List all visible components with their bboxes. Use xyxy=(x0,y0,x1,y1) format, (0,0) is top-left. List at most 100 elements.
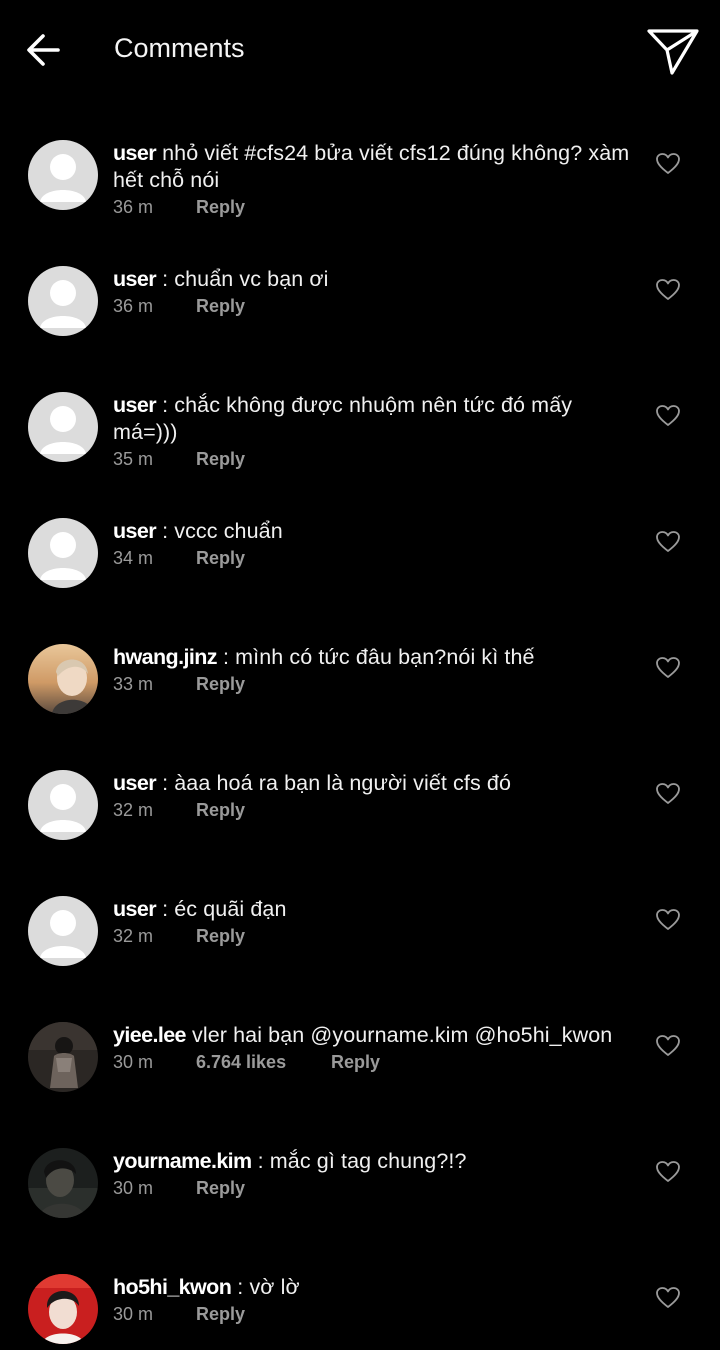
heart-icon xyxy=(656,783,680,804)
comment-username[interactable]: yourname.kim xyxy=(113,1149,252,1173)
comment-username[interactable]: hwang.jinz xyxy=(113,645,217,669)
comment-body: user : àaa hoá ra bạn là người viết cfs … xyxy=(113,770,633,823)
comment-username[interactable]: user xyxy=(113,267,157,291)
heart-icon xyxy=(656,1287,680,1308)
comment-body: user : vccc chuẩn 34 m Reply xyxy=(113,518,633,571)
comment-meta: 30 m 6.764 likes Reply xyxy=(113,1049,633,1075)
reply-button[interactable]: Reply xyxy=(196,1304,245,1324)
comment-username[interactable]: user xyxy=(113,771,157,795)
like-button[interactable] xyxy=(655,782,681,806)
comment-text: user : chắc không được nhuộm nên tức đó … xyxy=(113,392,633,446)
avatar[interactable] xyxy=(28,644,98,714)
reply-button[interactable]: Reply xyxy=(331,1052,380,1072)
comment-timestamp: 30 m xyxy=(113,1178,154,1198)
reply-button[interactable]: Reply xyxy=(196,197,245,217)
like-button[interactable] xyxy=(655,404,681,428)
comment-meta: 30 m Reply xyxy=(113,1301,633,1327)
comment-message: : chắc không được nhuộm nên tức đó mấy m… xyxy=(113,393,573,444)
comment-body: user : chắc không được nhuộm nên tức đó … xyxy=(113,392,633,472)
comment-body: user nhỏ viết #cfs24 bửa viết cfs12 đúng… xyxy=(113,140,633,220)
comment-body: user : chuẩn vc bạn ơi 36 m Reply xyxy=(113,266,633,319)
comment-text: ho5hi_kwon : vờ lờ xyxy=(113,1274,633,1301)
reply-button[interactable]: Reply xyxy=(196,449,245,469)
comment-text: user : chuẩn vc bạn ơi xyxy=(113,266,633,293)
comment-meta: 35 m Reply xyxy=(113,446,633,472)
comment-message: vler hai bạn @yourname.kim @ho5hi_kwon xyxy=(185,1023,613,1047)
avatar[interactable] xyxy=(28,770,98,840)
comment-text: user : éc quãi đạn xyxy=(113,896,633,923)
comment-timestamp: 36 m xyxy=(113,197,154,217)
comment-message: : àaa hoá ra bạn là người viết cfs đó xyxy=(156,771,512,795)
comment-body: yourname.kim : mắc gì tag chung?!? 30 m Re… xyxy=(113,1148,633,1201)
avatar[interactable] xyxy=(28,266,98,336)
comment-message: : chuẩn vc bạn ơi xyxy=(156,267,329,291)
comment-message: : mình có tức đâu bạn?nói kì thế xyxy=(216,645,535,669)
avatar[interactable] xyxy=(28,1022,98,1092)
like-button[interactable] xyxy=(655,278,681,302)
avatar[interactable] xyxy=(28,896,98,966)
page-title: Comments xyxy=(114,33,245,63)
like-button[interactable] xyxy=(655,152,681,176)
reply-button[interactable]: Reply xyxy=(196,800,245,820)
reply-button[interactable]: Reply xyxy=(196,1178,245,1198)
like-button[interactable] xyxy=(655,656,681,680)
like-button[interactable] xyxy=(655,1160,681,1184)
comment-timestamp: 35 m xyxy=(113,449,154,469)
like-button[interactable] xyxy=(655,1034,681,1058)
comment-text: hwang.jinz : mình có tức đâu bạn?nói kì … xyxy=(113,644,633,671)
comment-timestamp: 32 m xyxy=(113,800,154,820)
comment-message: nhỏ viết #cfs24 bửa viết cfs12 đúng khôn… xyxy=(113,141,630,192)
comment-meta: 34 m Reply xyxy=(113,545,633,571)
comment-text: user nhỏ viết #cfs24 bửa viết cfs12 đúng… xyxy=(113,140,633,194)
comment-username[interactable]: user xyxy=(113,141,157,165)
comment-body: ho5hi_kwon : vờ lờ 30 m Reply xyxy=(113,1274,633,1327)
comment-text: yiee.lee vler hai bạn @yourname.kim @ho5… xyxy=(113,1022,633,1049)
comment-meta: 33 m Reply xyxy=(113,671,633,697)
avatar[interactable] xyxy=(28,140,98,210)
top-bar: Comments xyxy=(0,0,720,96)
avatar[interactable] xyxy=(28,392,98,462)
reply-button[interactable]: Reply xyxy=(196,674,245,694)
share-button[interactable] xyxy=(644,24,702,78)
comment-meta: 36 m Reply xyxy=(113,194,633,220)
comment-timestamp: 32 m xyxy=(113,926,154,946)
heart-icon xyxy=(656,279,680,300)
heart-icon xyxy=(656,405,680,426)
arrow-left-icon xyxy=(27,34,60,66)
heart-icon xyxy=(656,531,680,552)
comment-timestamp: 30 m xyxy=(113,1052,154,1072)
comment-username[interactable]: user xyxy=(113,897,157,921)
heart-icon xyxy=(656,1161,680,1182)
comment-username[interactable]: yiee.lee xyxy=(113,1023,187,1047)
comment-body: user : éc quãi đạn 32 m Reply xyxy=(113,896,633,949)
comment-username[interactable]: user xyxy=(113,519,157,543)
comment-message: : vờ lờ xyxy=(231,1275,300,1299)
comment-meta: 32 m Reply xyxy=(113,923,633,949)
heart-icon xyxy=(656,153,680,174)
comment-body: yiee.lee vler hai bạn @yourname.kim @ho5… xyxy=(113,1022,633,1075)
reply-button[interactable]: Reply xyxy=(196,926,245,946)
comment-likes-count[interactable]: 6.764 likes xyxy=(196,1049,331,1075)
like-button[interactable] xyxy=(655,1286,681,1310)
paper-plane-icon xyxy=(647,29,699,75)
comment-timestamp: 33 m xyxy=(113,674,154,694)
comment-message: : mắc gì tag chung?!? xyxy=(251,1149,467,1173)
reply-button[interactable]: Reply xyxy=(196,548,245,568)
comment-meta: 32 m Reply xyxy=(113,797,633,823)
heart-icon xyxy=(656,909,680,930)
avatar[interactable] xyxy=(28,518,98,588)
like-button[interactable] xyxy=(655,908,681,932)
back-button[interactable] xyxy=(22,28,66,72)
comment-body: hwang.jinz : mình có tức đâu bạn?nói kì … xyxy=(113,644,633,697)
like-button[interactable] xyxy=(655,530,681,554)
reply-button[interactable]: Reply xyxy=(196,296,245,316)
comment-username[interactable]: ho5hi_kwon xyxy=(113,1275,232,1299)
heart-icon xyxy=(656,1035,680,1056)
comment-username[interactable]: user xyxy=(113,393,157,417)
comment-text: user : vccc chuẩn xyxy=(113,518,633,545)
comment-text: yourname.kim : mắc gì tag chung?!? xyxy=(113,1148,633,1175)
avatar[interactable] xyxy=(28,1148,98,1218)
comment-meta: 36 m Reply xyxy=(113,293,633,319)
avatar[interactable] xyxy=(28,1274,98,1344)
comment-message: : éc quãi đạn xyxy=(156,897,287,921)
